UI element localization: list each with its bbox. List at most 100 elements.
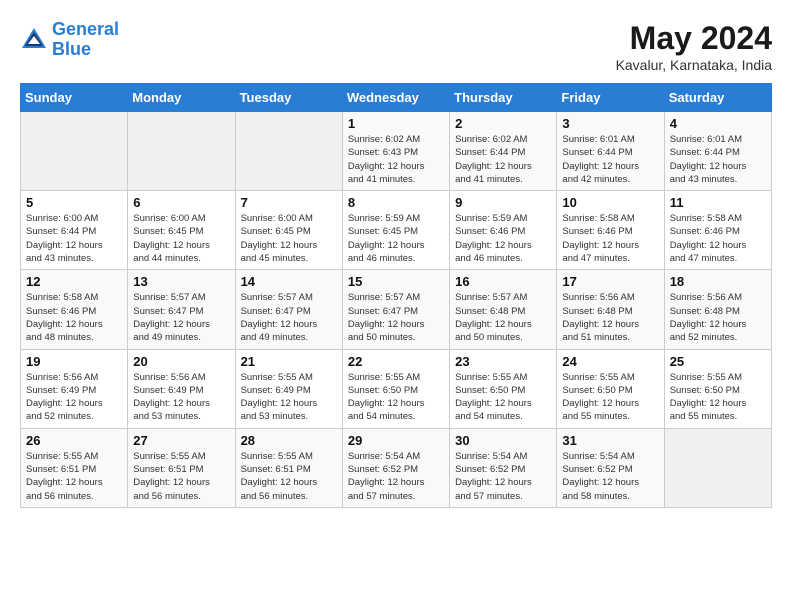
day-number: 22 bbox=[348, 354, 444, 369]
calendar-day: 9 Sunrise: 5:59 AM Sunset: 6:46 PM Daylig… bbox=[450, 191, 557, 270]
day-number: 23 bbox=[455, 354, 551, 369]
calendar-day bbox=[235, 112, 342, 191]
calendar-day: 18 Sunrise: 5:56 AM Sunset: 6:48 PM Dayli… bbox=[664, 270, 771, 349]
col-saturday: Saturday bbox=[664, 84, 771, 112]
day-number: 15 bbox=[348, 274, 444, 289]
day-number: 25 bbox=[670, 354, 766, 369]
day-number: 30 bbox=[455, 433, 551, 448]
day-number: 29 bbox=[348, 433, 444, 448]
calendar-day: 12 Sunrise: 5:58 AM Sunset: 6:46 PM Dayli… bbox=[21, 270, 128, 349]
calendar-day: 10 Sunrise: 5:58 AM Sunset: 6:46 PM Dayli… bbox=[557, 191, 664, 270]
calendar-day: 21 Sunrise: 5:55 AM Sunset: 6:49 PM Dayli… bbox=[235, 349, 342, 428]
day-number: 3 bbox=[562, 116, 658, 131]
day-info: Sunrise: 5:56 AM Sunset: 6:49 PM Dayligh… bbox=[133, 371, 229, 424]
calendar-day: 22 Sunrise: 5:55 AM Sunset: 6:50 PM Dayli… bbox=[342, 349, 449, 428]
calendar-day: 11 Sunrise: 5:58 AM Sunset: 6:46 PM Dayli… bbox=[664, 191, 771, 270]
calendar-day: 13Sunrise: 5:57 AM Sunset: 6:47 PM Dayli… bbox=[128, 270, 235, 349]
day-info: Sunrise: 5:56 AM Sunset: 6:48 PM Dayligh… bbox=[670, 291, 766, 344]
day-info: Sunrise: 5:58 AM Sunset: 6:46 PM Dayligh… bbox=[26, 291, 122, 344]
calendar-week-3: 12 Sunrise: 5:58 AM Sunset: 6:46 PM Dayli… bbox=[21, 270, 772, 349]
calendar-day: 24 Sunrise: 5:55 AM Sunset: 6:50 PM Dayli… bbox=[557, 349, 664, 428]
day-number: 21 bbox=[241, 354, 337, 369]
day-info: Sunrise: 6:00 AM Sunset: 6:45 PM Dayligh… bbox=[133, 212, 229, 265]
day-number: 7 bbox=[241, 195, 337, 210]
calendar-day: 28 Sunrise: 5:55 AM Sunset: 6:51 PM Dayli… bbox=[235, 428, 342, 507]
calendar-day: 17 Sunrise: 5:56 AM Sunset: 6:48 PM Dayli… bbox=[557, 270, 664, 349]
calendar-day: 6 Sunrise: 6:00 AM Sunset: 6:45 PM Daylig… bbox=[128, 191, 235, 270]
day-number: 13 bbox=[133, 274, 229, 289]
col-thursday: Thursday bbox=[450, 84, 557, 112]
day-info: Sunrise: 5:54 AM Sunset: 6:52 PM Dayligh… bbox=[348, 450, 444, 503]
day-number: 9 bbox=[455, 195, 551, 210]
day-info: Sunrise: 5:55 AM Sunset: 6:51 PM Dayligh… bbox=[26, 450, 122, 503]
day-info: Sunrise: 5:54 AM Sunset: 6:52 PM Dayligh… bbox=[455, 450, 551, 503]
calendar-day: 31Sunrise: 5:54 AM Sunset: 6:52 PM Dayli… bbox=[557, 428, 664, 507]
calendar-day bbox=[664, 428, 771, 507]
col-friday: Friday bbox=[557, 84, 664, 112]
calendar-day: 14Sunrise: 5:57 AM Sunset: 6:47 PM Dayli… bbox=[235, 270, 342, 349]
day-info: Sunrise: 6:00 AM Sunset: 6:44 PM Dayligh… bbox=[26, 212, 122, 265]
day-info: Sunrise: 5:54 AM Sunset: 6:52 PM Dayligh… bbox=[562, 450, 658, 503]
calendar-day: 19 Sunrise: 5:56 AM Sunset: 6:49 PM Dayli… bbox=[21, 349, 128, 428]
day-info: Sunrise: 5:55 AM Sunset: 6:50 PM Dayligh… bbox=[670, 371, 766, 424]
day-info: Sunrise: 6:00 AM Sunset: 6:45 PM Dayligh… bbox=[241, 212, 337, 265]
day-number: 6 bbox=[133, 195, 229, 210]
calendar-day: 29 Sunrise: 5:54 AM Sunset: 6:52 PM Dayli… bbox=[342, 428, 449, 507]
title-area: May 2024 Kavalur, Karnataka, India bbox=[616, 20, 772, 73]
day-info: Sunrise: 5:56 AM Sunset: 6:48 PM Dayligh… bbox=[562, 291, 658, 344]
day-info: Sunrise: 6:01 AM Sunset: 6:44 PM Dayligh… bbox=[670, 133, 766, 186]
day-info: Sunrise: 5:55 AM Sunset: 6:49 PM Dayligh… bbox=[241, 371, 337, 424]
logo-part2: Blue bbox=[52, 39, 91, 59]
day-number: 10 bbox=[562, 195, 658, 210]
month-title: May 2024 bbox=[616, 20, 772, 57]
day-number: 8 bbox=[348, 195, 444, 210]
day-number: 20 bbox=[133, 354, 229, 369]
calendar-day: 2 Sunrise: 6:02 AM Sunset: 6:44 PM Daylig… bbox=[450, 112, 557, 191]
calendar-header-row: Sunday Monday Tuesday Wednesday Thursday… bbox=[21, 84, 772, 112]
day-info: Sunrise: 6:01 AM Sunset: 6:44 PM Dayligh… bbox=[562, 133, 658, 186]
day-info: Sunrise: 5:58 AM Sunset: 6:46 PM Dayligh… bbox=[670, 212, 766, 265]
calendar-table: Sunday Monday Tuesday Wednesday Thursday… bbox=[20, 83, 772, 508]
calendar-week-5: 26 Sunrise: 5:55 AM Sunset: 6:51 PM Dayli… bbox=[21, 428, 772, 507]
day-info: Sunrise: 5:58 AM Sunset: 6:46 PM Dayligh… bbox=[562, 212, 658, 265]
calendar-day: 30 Sunrise: 5:54 AM Sunset: 6:52 PM Dayli… bbox=[450, 428, 557, 507]
day-number: 28 bbox=[241, 433, 337, 448]
day-info: Sunrise: 5:55 AM Sunset: 6:50 PM Dayligh… bbox=[562, 371, 658, 424]
day-number: 11 bbox=[670, 195, 766, 210]
day-number: 17 bbox=[562, 274, 658, 289]
calendar-week-1: 1 Sunrise: 6:02 AM Sunset: 6:43 PM Daylig… bbox=[21, 112, 772, 191]
logo-text: General Blue bbox=[52, 20, 119, 60]
calendar-day: 27 Sunrise: 5:55 AM Sunset: 6:51 PM Dayli… bbox=[128, 428, 235, 507]
day-number: 24 bbox=[562, 354, 658, 369]
day-info: Sunrise: 5:56 AM Sunset: 6:49 PM Dayligh… bbox=[26, 371, 122, 424]
day-number: 5 bbox=[26, 195, 122, 210]
day-number: 19 bbox=[26, 354, 122, 369]
day-number: 12 bbox=[26, 274, 122, 289]
day-info: Sunrise: 5:55 AM Sunset: 6:50 PM Dayligh… bbox=[455, 371, 551, 424]
day-info: Sunrise: 6:02 AM Sunset: 6:44 PM Dayligh… bbox=[455, 133, 551, 186]
day-number: 27 bbox=[133, 433, 229, 448]
calendar-day bbox=[21, 112, 128, 191]
day-number: 1 bbox=[348, 116, 444, 131]
calendar-day: 15Sunrise: 5:57 AM Sunset: 6:47 PM Dayli… bbox=[342, 270, 449, 349]
day-number: 18 bbox=[670, 274, 766, 289]
logo-part1: General bbox=[52, 19, 119, 39]
day-info: Sunrise: 5:59 AM Sunset: 6:45 PM Dayligh… bbox=[348, 212, 444, 265]
day-number: 4 bbox=[670, 116, 766, 131]
location: Kavalur, Karnataka, India bbox=[616, 57, 772, 73]
calendar-day: 4 Sunrise: 6:01 AM Sunset: 6:44 PM Daylig… bbox=[664, 112, 771, 191]
day-info: Sunrise: 5:55 AM Sunset: 6:50 PM Dayligh… bbox=[348, 371, 444, 424]
calendar-day: 8 Sunrise: 5:59 AM Sunset: 6:45 PM Daylig… bbox=[342, 191, 449, 270]
day-number: 26 bbox=[26, 433, 122, 448]
day-number: 16 bbox=[455, 274, 551, 289]
calendar-day: 26 Sunrise: 5:55 AM Sunset: 6:51 PM Dayli… bbox=[21, 428, 128, 507]
day-info: Sunrise: 5:55 AM Sunset: 6:51 PM Dayligh… bbox=[133, 450, 229, 503]
day-info: Sunrise: 6:02 AM Sunset: 6:43 PM Dayligh… bbox=[348, 133, 444, 186]
day-info: Sunrise: 5:55 AM Sunset: 6:51 PM Dayligh… bbox=[241, 450, 337, 503]
day-number: 2 bbox=[455, 116, 551, 131]
col-monday: Monday bbox=[128, 84, 235, 112]
calendar-day: 16Sunrise: 5:57 AM Sunset: 6:48 PM Dayli… bbox=[450, 270, 557, 349]
calendar-day: 5 Sunrise: 6:00 AM Sunset: 6:44 PM Daylig… bbox=[21, 191, 128, 270]
day-info: Sunrise: 5:59 AM Sunset: 6:46 PM Dayligh… bbox=[455, 212, 551, 265]
calendar-week-4: 19 Sunrise: 5:56 AM Sunset: 6:49 PM Dayli… bbox=[21, 349, 772, 428]
